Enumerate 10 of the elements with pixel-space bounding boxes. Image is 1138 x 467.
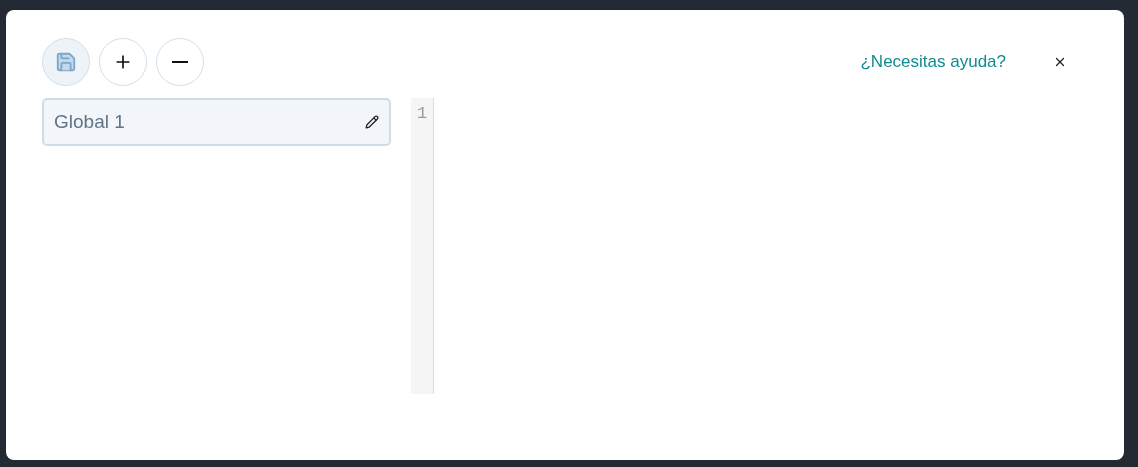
minus-icon [172, 61, 188, 63]
edit-icon[interactable] [365, 115, 379, 129]
remove-button[interactable] [156, 38, 204, 86]
help-link[interactable]: ¿Necesitas ayuda? [860, 49, 1006, 75]
close-icon [1053, 55, 1067, 69]
item-label: Global 1 [54, 109, 126, 134]
sidebar-item[interactable]: Global 1 [42, 98, 391, 146]
add-button[interactable] [99, 38, 147, 86]
save-icon [55, 51, 77, 73]
line-number: 1 [416, 104, 428, 124]
